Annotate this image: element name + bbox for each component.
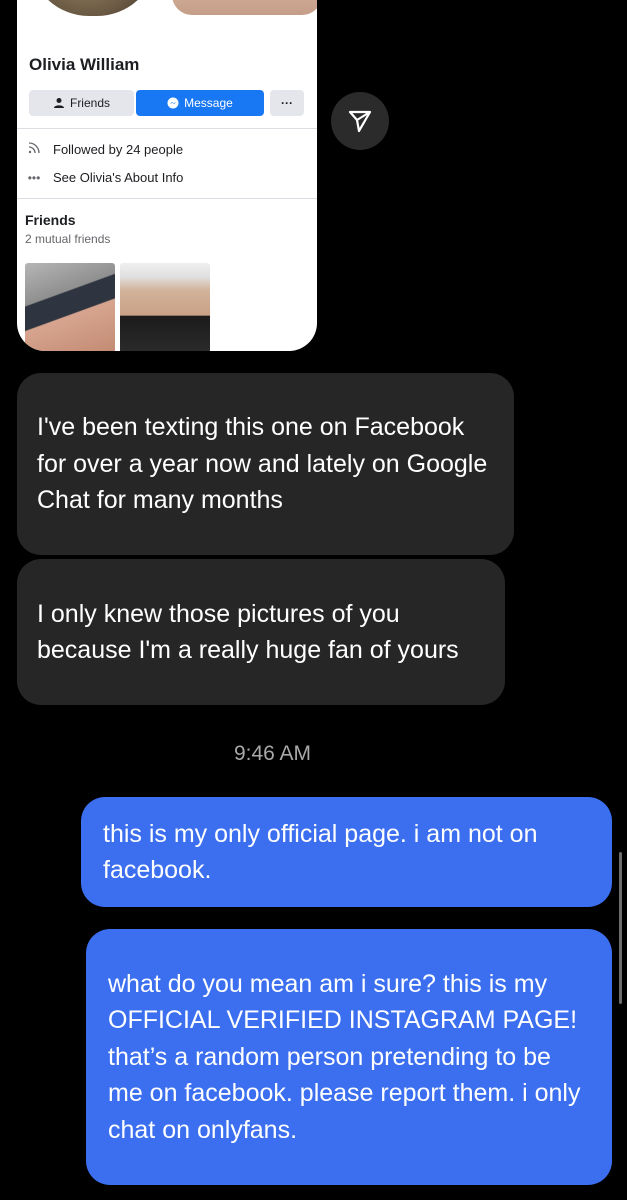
mutual-friends-count: 2 mutual friends — [25, 232, 111, 246]
share-button[interactable] — [331, 92, 389, 150]
message-text: what do you mean am i sure? this is my O… — [108, 969, 581, 1144]
shared-facebook-profile-card[interactable]: Olivia William Friends Message ··· Follo… — [17, 0, 317, 351]
rss-icon — [25, 142, 43, 157]
incoming-message[interactable]: I only knew those pictures of you becaus… — [17, 559, 505, 705]
outgoing-message[interactable]: this is my only official page. i am not … — [81, 797, 612, 907]
friend-photo[interactable] — [25, 263, 115, 351]
followers-row[interactable]: Followed by 24 people — [25, 142, 183, 157]
about-info-row[interactable]: ••• See Olivia's About Info — [25, 170, 184, 185]
message-text: I only knew those pictures of you becaus… — [37, 599, 459, 665]
message-button[interactable]: Message — [136, 90, 264, 116]
message-text: I've been texting this one on Facebook f… — [37, 413, 488, 515]
incoming-message[interactable]: I've been texting this one on Facebook f… — [17, 373, 514, 555]
messenger-icon — [167, 97, 179, 109]
more-options-button[interactable]: ··· — [270, 90, 304, 116]
friends-section-title: Friends — [25, 212, 76, 228]
about-info-text: See Olivia's About Info — [53, 170, 184, 185]
outgoing-message[interactable]: what do you mean am i sure? this is my O… — [86, 929, 612, 1185]
paper-plane-icon — [348, 110, 372, 133]
message-button-label: Message — [184, 96, 233, 110]
scrollbar[interactable] — [619, 852, 622, 1004]
cover-photo-fragment — [172, 0, 317, 15]
person-icon — [53, 98, 64, 108]
message-text: this is my only official page. i am not … — [103, 819, 538, 885]
divider — [17, 198, 317, 199]
profile-avatar — [25, 0, 161, 20]
profile-name: Olivia William — [29, 55, 140, 74]
followers-text: Followed by 24 people — [53, 142, 184, 157]
message-timestamp: 9:46 AM — [233, 742, 312, 765]
friend-photo[interactable] — [120, 263, 210, 351]
friends-button[interactable]: Friends — [29, 90, 134, 116]
friends-button-label: Friends — [69, 96, 110, 110]
more-dots-icon: ••• — [27, 170, 41, 185]
divider — [17, 128, 317, 129]
